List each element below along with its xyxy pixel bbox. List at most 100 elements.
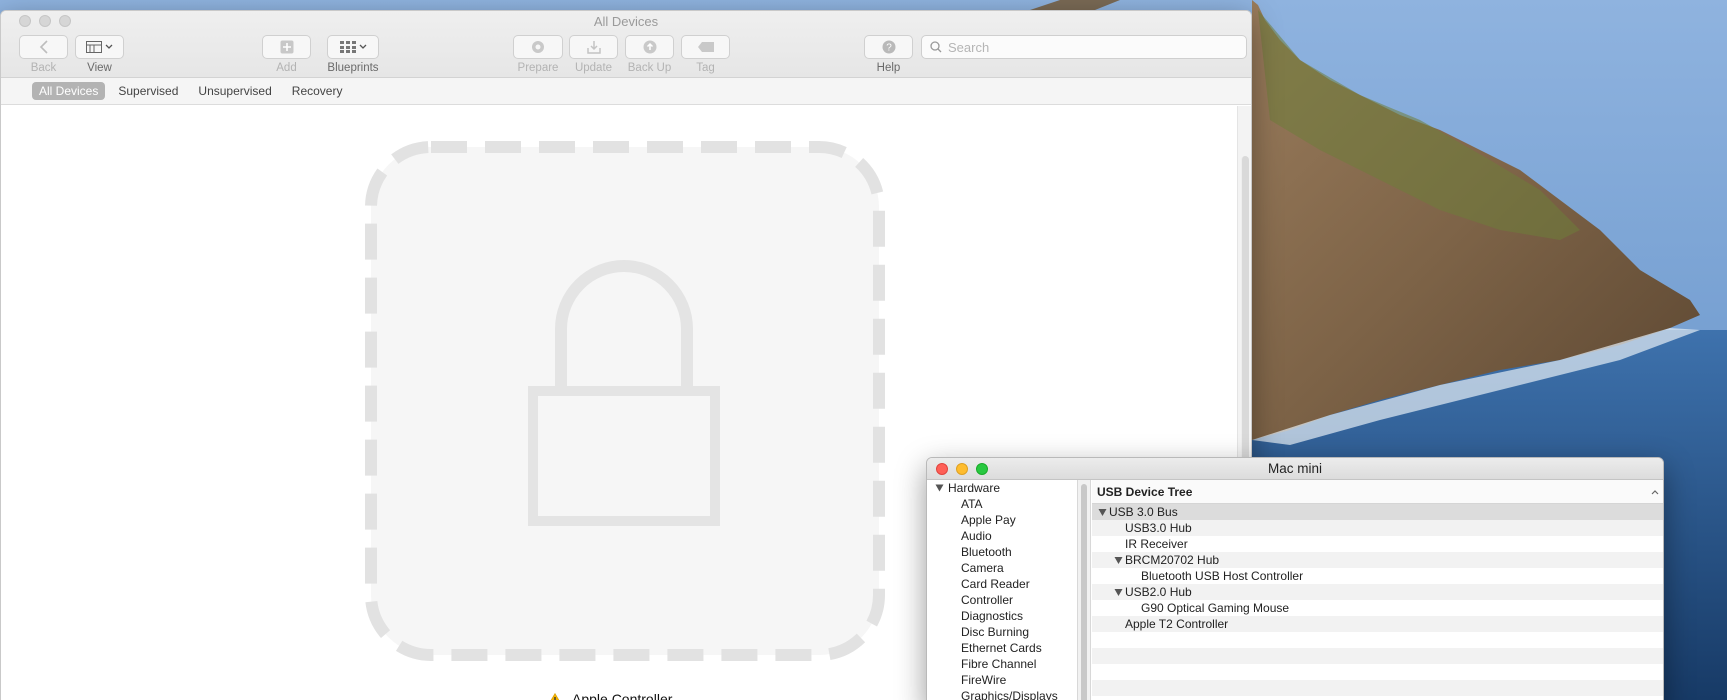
- backup-toolbar-item: Back Up: [625, 35, 674, 74]
- device-name: Apple Controller: [572, 691, 673, 700]
- scope-bar: All Devices Supervised Unsupervised Reco…: [1, 78, 1251, 105]
- usb-device-tree: USB Device Tree USB 3.0 Bus USB3.0 Hub I…: [1092, 480, 1663, 700]
- window-title: All Devices: [593, 14, 659, 29]
- tree-row-label: G90 Optical Gaming Mouse: [1141, 601, 1290, 615]
- disclosure-triangle-icon[interactable]: [1114, 556, 1123, 565]
- tree-row[interactable]: USB3.0 Hub: [1092, 520, 1663, 536]
- blueprints-toolbar-item: Blueprints: [327, 35, 379, 74]
- backup-icon: [643, 40, 656, 54]
- scope-supervised[interactable]: Supervised: [111, 82, 185, 100]
- update-toolbar-item: Update: [569, 35, 618, 74]
- help-toolbar-item: ? Help: [864, 35, 913, 74]
- scope-recovery[interactable]: Recovery: [285, 82, 350, 100]
- add-label: Add: [276, 62, 297, 74]
- blueprints-label: Blueprints: [327, 62, 379, 74]
- tree-row-label: USB 3.0 Bus: [1109, 505, 1178, 519]
- view-button[interactable]: [75, 35, 124, 59]
- sysinfo-titlebar: Mac mini: [927, 458, 1663, 480]
- sidebar-item-bluetooth[interactable]: Bluetooth: [927, 544, 1077, 560]
- prepare-label: Prepare: [517, 62, 559, 74]
- scope-all-devices[interactable]: All Devices: [32, 82, 106, 100]
- sidebar-item-ata[interactable]: ATA: [927, 496, 1077, 512]
- update-label: Update: [574, 62, 613, 74]
- add-toolbar-item: Add: [262, 35, 311, 74]
- help-label: Help: [876, 62, 901, 74]
- device-label[interactable]: Apple Controller: [548, 691, 672, 700]
- search-input[interactable]: [948, 39, 1228, 55]
- backup-button[interactable]: [625, 35, 674, 59]
- backup-label: Back Up: [627, 62, 672, 74]
- sidebar-item-audio[interactable]: Audio: [927, 528, 1077, 544]
- tree-row[interactable]: USB 3.0 Bus: [1092, 504, 1663, 520]
- sidebar-item-apple-pay[interactable]: Apple Pay: [927, 512, 1077, 528]
- sidebar-scroll-knob[interactable]: [1081, 484, 1087, 700]
- sidebar-item-card-reader[interactable]: Card Reader: [927, 576, 1077, 592]
- chevron-up-icon[interactable]: [1651, 489, 1659, 495]
- tree-row[interactable]: Bluetooth USB Host Controller: [1092, 568, 1663, 584]
- tree-row[interactable]: USB2.0 Hub: [1092, 584, 1663, 600]
- list-view-icon: [86, 41, 102, 53]
- device-tile[interactable]: [363, 139, 887, 663]
- chevron-down-icon: [359, 44, 366, 49]
- search-field[interactable]: [921, 35, 1247, 59]
- gear-icon: [532, 41, 544, 53]
- tree-rows: USB 3.0 Bus USB3.0 Hub IR Receiver BRCM2…: [1092, 504, 1663, 696]
- tree-row-label: BRCM20702 Hub: [1125, 553, 1220, 567]
- chevron-down-icon: [105, 44, 113, 49]
- tag-label: Tag: [696, 62, 715, 74]
- view-label: View: [87, 62, 112, 74]
- disclosure-triangle-icon[interactable]: [1098, 508, 1107, 517]
- tree-row-label: Bluetooth USB Host Controller: [1141, 569, 1304, 583]
- prepare-toolbar-item: Prepare: [513, 35, 563, 74]
- update-button[interactable]: [569, 35, 618, 59]
- scope-unsupervised[interactable]: Unsupervised: [191, 82, 278, 100]
- blueprints-grid-icon: [339, 41, 356, 53]
- tree-row-label: Apple T2 Controller: [1125, 617, 1229, 631]
- download-icon: [586, 41, 601, 54]
- blueprints-button[interactable]: [327, 35, 379, 59]
- tag-icon: [697, 42, 714, 52]
- help-button[interactable]: ?: [864, 35, 913, 59]
- view-toolbar-item: View: [75, 35, 124, 74]
- sidebar-item-disc-burning[interactable]: Disc Burning: [927, 624, 1077, 640]
- sidebar-item-graphics-displays[interactable]: Graphics/Displays: [927, 688, 1077, 700]
- sidebar-item-fibre-channel[interactable]: Fibre Channel: [927, 656, 1077, 672]
- back-button[interactable]: [19, 35, 68, 59]
- prepare-button[interactable]: [513, 35, 563, 59]
- svg-text:?: ?: [886, 43, 892, 54]
- tag-button[interactable]: [681, 35, 730, 59]
- tree-row[interactable]: BRCM20702 Hub: [1092, 552, 1663, 568]
- plus-icon: [280, 40, 293, 54]
- tree-row-empty: [1092, 680, 1663, 696]
- sidebar-item-firewire[interactable]: FireWire: [927, 672, 1077, 688]
- disclosure-triangle-icon[interactable]: [935, 484, 944, 492]
- tree-row-empty: [1092, 632, 1663, 648]
- sidebar-item-ethernet-cards[interactable]: Ethernet Cards: [927, 640, 1077, 656]
- tree-row-label: USB2.0 Hub: [1125, 585, 1192, 599]
- sidebar-item-camera[interactable]: Camera: [927, 560, 1077, 576]
- tree-header: USB Device Tree: [1092, 480, 1663, 504]
- sidebar-section-label: Hardware: [948, 481, 1001, 495]
- tree-row[interactable]: G90 Optical Gaming Mouse: [1092, 600, 1663, 616]
- sidebar-section-hardware[interactable]: Hardware: [927, 480, 1077, 496]
- tree-row-label: USB3.0 Hub: [1125, 521, 1192, 535]
- tree-row-empty: [1092, 664, 1663, 680]
- tag-toolbar-item: Tag: [681, 35, 730, 74]
- chevron-left-icon: [39, 40, 48, 54]
- search-icon: [930, 41, 942, 53]
- tree-row-empty: [1092, 648, 1663, 664]
- toolbar: All Devices Back View Add Blueprints Pre…: [1, 11, 1251, 78]
- back-toolbar-item: Back: [19, 35, 68, 74]
- sidebar-item-diagnostics[interactable]: Diagnostics: [927, 608, 1077, 624]
- back-label: Back: [30, 62, 57, 74]
- tree-header-label: USB Device Tree: [1097, 484, 1193, 499]
- tree-row[interactable]: IR Receiver: [1092, 536, 1663, 552]
- add-button[interactable]: [262, 35, 311, 59]
- disclosure-triangle-icon[interactable]: [1114, 588, 1123, 597]
- tree-row-label: IR Receiver: [1125, 537, 1188, 551]
- sidebar-item-controller[interactable]: Controller: [927, 592, 1077, 608]
- tree-row[interactable]: Apple T2 Controller: [1092, 616, 1663, 632]
- sidebar-scrollbar[interactable]: [1077, 480, 1091, 700]
- sysinfo-sidebar: Hardware ATA Apple Pay Audio Bluetooth C…: [927, 480, 1077, 700]
- system-information-window: Mac mini Hardware ATA Apple Pay Audio Bl…: [926, 457, 1664, 700]
